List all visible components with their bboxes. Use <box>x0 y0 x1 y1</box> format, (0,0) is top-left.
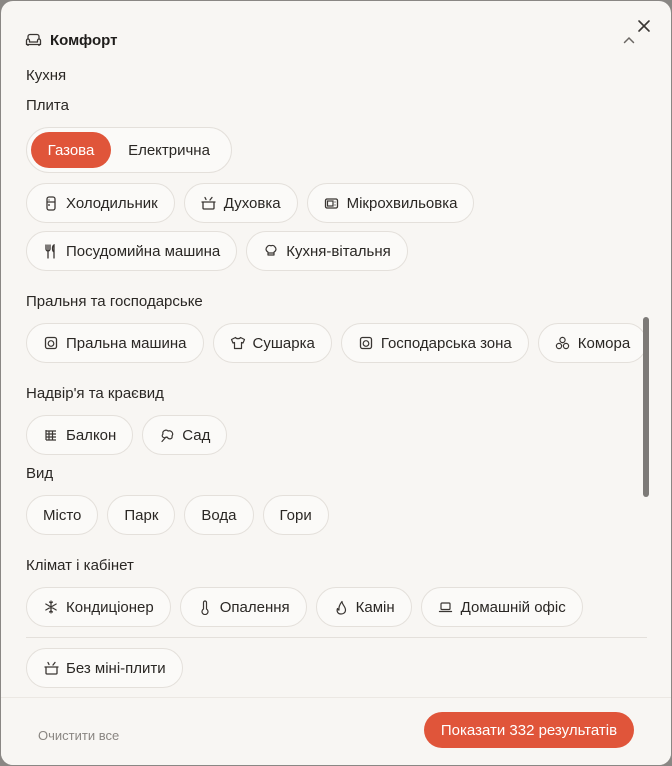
chip-dishwasher[interactable]: Посудомийна машина <box>26 231 238 271</box>
chip-label: Комора <box>577 334 631 352</box>
sofa-icon <box>25 33 42 47</box>
chip-utility-area[interactable]: Господарська зона <box>340 323 529 363</box>
extra-row: Без міні-плити <box>26 648 183 688</box>
chip-air-conditioner[interactable]: Кондиціонер <box>26 587 171 627</box>
chip-fireplace[interactable]: Камін <box>315 587 412 627</box>
view-label: Вид <box>26 465 54 482</box>
chip-view-mountains[interactable]: Гори <box>262 495 329 535</box>
filter-modal: Комфорт Кухня Плита Газова Електрична Хо… <box>1 1 671 765</box>
oven-icon <box>201 195 217 211</box>
chip-oven[interactable]: Духовка <box>183 183 298 223</box>
chip-fridge[interactable]: Холодильник <box>26 183 175 223</box>
chevron-up-icon[interactable] <box>623 36 635 44</box>
kitchen-amenities-row-2: Посудомийна машина Кухня-вітальня <box>26 231 408 271</box>
chip-label: Сушарка <box>252 334 315 352</box>
chip-label: Холодильник <box>66 194 158 212</box>
scrollbar[interactable] <box>643 317 649 497</box>
section-divider <box>26 637 647 638</box>
chip-label: Сад <box>182 426 211 444</box>
chip-label: Мікрохвильовка <box>346 194 458 212</box>
shirt-icon <box>230 335 246 351</box>
stove-label: Плита <box>26 97 69 114</box>
stove-option-gas[interactable]: Газова <box>31 132 111 168</box>
chip-view-water[interactable]: Вода <box>184 495 254 535</box>
chip-home-office[interactable]: Домашній офіс <box>420 587 583 627</box>
chip-washing-machine[interactable]: Пральна машина <box>26 323 204 363</box>
chef-hat-icon <box>263 243 279 259</box>
laptop-icon <box>438 599 454 615</box>
climate-label: Клімат і кабінет <box>26 557 134 574</box>
chip-dryer[interactable]: Сушарка <box>212 323 332 363</box>
snowflake-icon <box>43 599 59 615</box>
chip-label: Без міні-плити <box>66 659 166 677</box>
chip-label: Домашній офіс <box>460 598 566 616</box>
outdoor-label: Надвір'я та краєвид <box>26 385 164 402</box>
chip-heating[interactable]: Опалення <box>179 587 307 627</box>
stove-type-toggle: Газова Електрична <box>26 127 232 173</box>
washing-machine-icon <box>358 335 374 351</box>
chip-label: Опалення <box>219 598 290 616</box>
close-button[interactable] <box>633 15 655 37</box>
chip-label: Камін <box>355 598 395 616</box>
chip-label: Кондиціонер <box>66 598 154 616</box>
outdoor-row: Балкон Сад <box>26 415 228 455</box>
chip-balcony[interactable]: Балкон <box>26 415 134 455</box>
pot-icon <box>43 660 59 676</box>
chip-label: Пральна машина <box>66 334 187 352</box>
section-title: Комфорт <box>50 31 118 49</box>
chip-pantry[interactable]: Комора <box>537 323 648 363</box>
chip-view-city[interactable]: Місто <box>26 495 99 535</box>
kitchen-label: Кухня <box>26 67 67 84</box>
show-results-button[interactable]: Показати 332 результатів <box>424 712 634 748</box>
stove-option-electric[interactable]: Електрична <box>111 132 227 168</box>
climate-row: Кондиціонер Опалення Камін Домашній офіс <box>26 587 583 627</box>
chip-kitchen-living[interactable]: Кухня-вітальня <box>246 231 408 271</box>
chip-label: Посудомийна машина <box>66 242 221 260</box>
boxes-icon <box>555 335 571 351</box>
tree-icon <box>159 427 175 443</box>
fridge-icon <box>43 195 59 211</box>
comfort-section-header[interactable]: Комфорт <box>25 29 635 51</box>
microwave-icon <box>324 195 340 211</box>
kitchen-amenities-row-1: Холодильник Духовка Мікрохвильовка <box>26 183 475 223</box>
balcony-icon <box>43 427 59 443</box>
laundry-label: Пральня та господарське <box>26 293 203 310</box>
close-icon <box>637 19 651 33</box>
washing-machine-icon <box>43 335 59 351</box>
clear-all-button[interactable]: Очистити все <box>38 728 119 743</box>
utensils-icon <box>43 243 59 259</box>
chip-view-park[interactable]: Парк <box>107 495 176 535</box>
chip-garden[interactable]: Сад <box>142 415 228 455</box>
view-row: Місто Парк Вода Гори <box>26 495 329 535</box>
chip-label: Господарська зона <box>380 334 512 352</box>
flame-icon <box>333 599 349 615</box>
chip-label: Кухня-вітальня <box>286 242 391 260</box>
chip-no-mini-stove[interactable]: Без міні-плити <box>26 648 183 688</box>
chip-label: Балкон <box>66 426 117 444</box>
chip-microwave[interactable]: Мікрохвильовка <box>306 183 475 223</box>
chip-label: Духовка <box>223 194 281 212</box>
modal-footer: Очистити все Показати 332 результатів <box>1 697 671 765</box>
thermometer-icon <box>197 599 213 615</box>
laundry-row: Пральна машина Сушарка Господарська зона… <box>26 323 648 363</box>
